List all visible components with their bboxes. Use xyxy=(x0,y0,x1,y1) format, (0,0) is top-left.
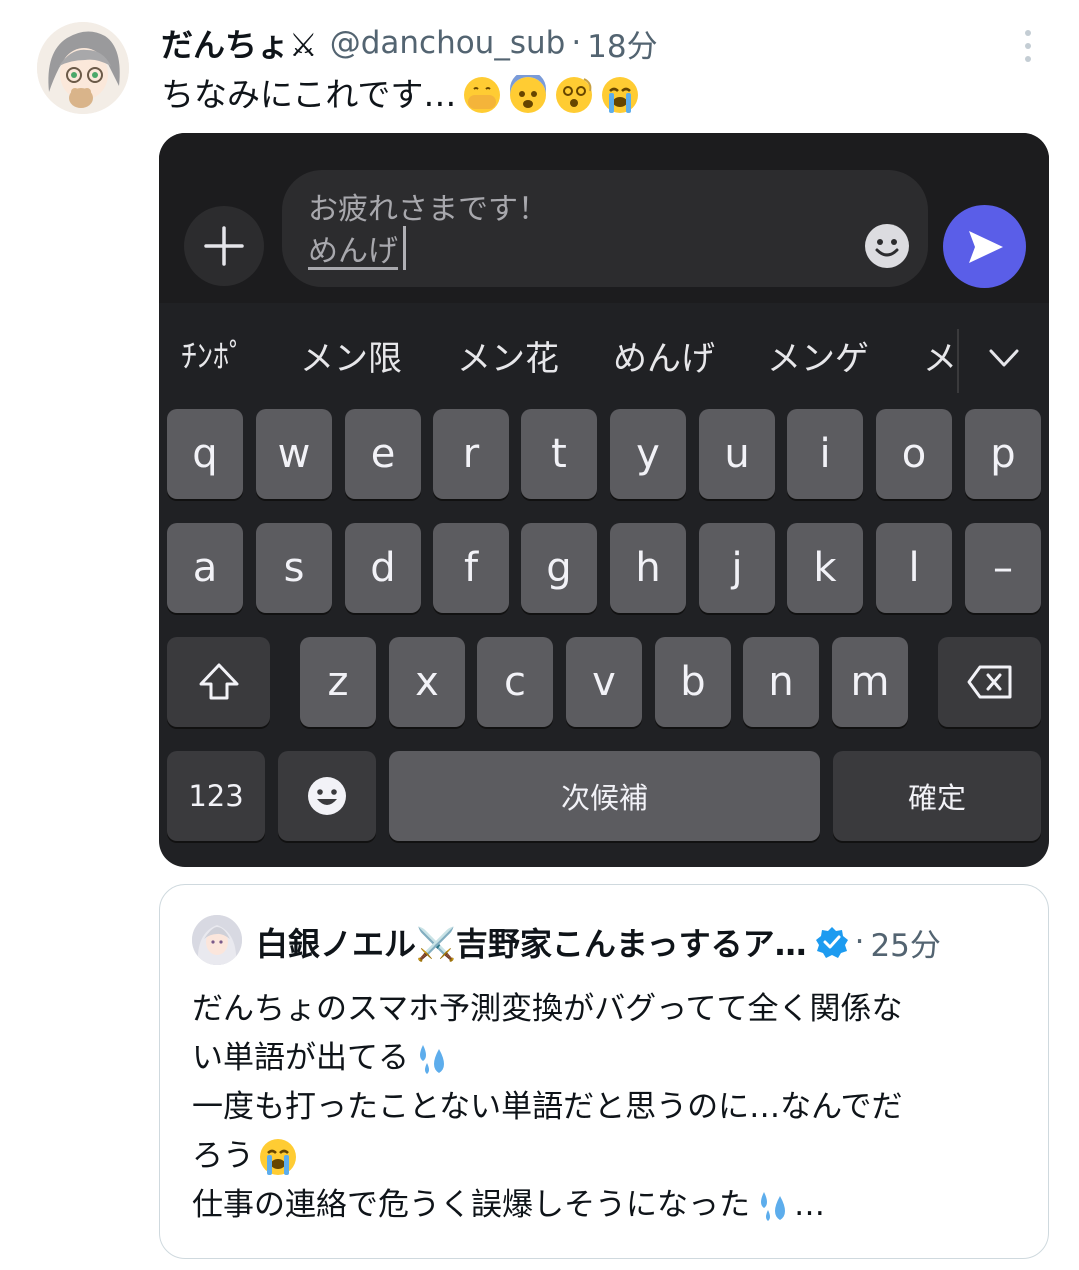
face-with-hand-over-mouth-emoji xyxy=(464,77,501,113)
key-i[interactable]: i xyxy=(787,409,863,499)
tweet-media-image[interactable]: お疲れさまです！ めんげ ﾁﾝﾎﾟ メン限 メン花 めんげ メンゲ メ q w … xyxy=(159,133,1049,867)
quote-line-text: 仕事の連絡で危うく誤爆しそうになった xyxy=(192,1187,750,1223)
quote-text: だんちょのスマホ予測変換がバグってて全く関係な い単語が出てる 一度も打ったこと… xyxy=(192,985,1022,1230)
key-a[interactable]: a xyxy=(167,523,243,613)
key-s[interactable]: s xyxy=(256,523,332,613)
suggestion-item[interactable]: メン限 xyxy=(300,331,402,380)
message-input-bar: お疲れさまです！ めんげ xyxy=(159,133,1049,303)
key-z[interactable]: z xyxy=(300,637,376,727)
key-b[interactable]: b xyxy=(655,637,731,727)
message-line-1: お疲れさまです！ xyxy=(308,192,548,227)
key-g[interactable]: g xyxy=(521,523,597,613)
sweat-droplets-emoji xyxy=(761,1191,785,1221)
key-dash[interactable]: – xyxy=(965,523,1041,613)
send-button[interactable] xyxy=(943,205,1026,288)
quote-ellipsis: … xyxy=(794,1187,825,1223)
shift-key[interactable] xyxy=(167,637,270,727)
dizzy-face-emoji xyxy=(556,77,593,113)
quote-line: い単語が出てる xyxy=(192,1034,1022,1083)
quote-line: 一度も打ったことない単語だと思うのに…なんでだ xyxy=(192,1083,1022,1132)
suggestion-divider xyxy=(957,329,959,393)
key-j[interactable]: j xyxy=(699,523,775,613)
next-candidate-key[interactable]: 次候補 xyxy=(389,751,820,841)
key-p[interactable]: p xyxy=(965,409,1041,499)
emoji-key[interactable] xyxy=(278,751,376,841)
tweet-header: だんちょ⚔ @danchou_sub · 18分 xyxy=(161,20,658,66)
backspace-key[interactable] xyxy=(938,637,1041,727)
key-o[interactable]: o xyxy=(876,409,952,499)
emoji-picker-icon[interactable] xyxy=(863,222,911,270)
user-handle[interactable]: @danchou_sub xyxy=(330,25,566,61)
message-line-2: めんげ xyxy=(308,234,398,269)
quote-line-text: い単語が出てる xyxy=(192,1040,409,1076)
fearful-face-emoji xyxy=(510,75,547,113)
separator-dot: · xyxy=(571,25,582,61)
key-w[interactable]: w xyxy=(256,409,332,499)
key-t[interactable]: t xyxy=(521,409,597,499)
display-name[interactable]: だんちょ⚔ xyxy=(161,20,318,66)
key-n[interactable]: n xyxy=(743,637,819,727)
key-m[interactable]: m xyxy=(832,637,908,727)
suggestion-item[interactable]: メン花 xyxy=(457,331,559,380)
suggestion-item[interactable]: めんげ xyxy=(613,331,715,380)
quote-timestamp[interactable]: 25分 xyxy=(870,920,940,965)
key-y[interactable]: y xyxy=(610,409,686,499)
quote-header: 白銀ノエル⚔️吉野家こんまっするア… · 25分 xyxy=(256,917,941,967)
quote-line-text: 一度も打ったことない単語だと思うのに…なんでだ xyxy=(192,1089,903,1125)
quote-display-name[interactable]: 白銀ノエル⚔️吉野家こんまっするア… xyxy=(256,919,807,965)
key-d[interactable]: d xyxy=(345,523,421,613)
key-l[interactable]: l xyxy=(876,523,952,613)
tweet-text-body: ちなみにこれです… xyxy=(161,75,457,114)
key-x[interactable]: x xyxy=(389,637,465,727)
emoji-icon xyxy=(308,777,346,815)
send-icon xyxy=(968,230,1003,263)
quote-line: ろう xyxy=(192,1132,1022,1181)
backspace-icon xyxy=(967,665,1011,699)
quote-line: 仕事の連絡で危うく誤爆しそうになった … xyxy=(192,1181,1022,1230)
shift-icon xyxy=(199,663,238,700)
sweat-droplets-emoji xyxy=(420,1044,444,1074)
timestamp[interactable]: 18分 xyxy=(587,21,657,66)
key-v[interactable]: v xyxy=(566,637,642,727)
loudly-crying-face-emoji xyxy=(602,77,639,113)
key-f[interactable]: f xyxy=(433,523,509,613)
quote-line-text: ろう xyxy=(192,1138,254,1174)
key-r[interactable]: r xyxy=(433,409,509,499)
avatar[interactable] xyxy=(37,22,129,114)
key-u[interactable]: u xyxy=(699,409,775,499)
plus-icon[interactable] xyxy=(184,206,264,286)
tweet-text: ちなみにこれです… xyxy=(161,72,640,118)
quote-avatar[interactable] xyxy=(192,915,242,965)
key-k[interactable]: k xyxy=(787,523,863,613)
confirm-key[interactable]: 確定 xyxy=(833,751,1041,841)
suggestion-item[interactable]: メンゲ xyxy=(767,331,869,380)
quoted-tweet[interactable]: 白銀ノエル⚔️吉野家こんまっするア… · 25分 だんちょのスマホ予測変換がバグ… xyxy=(159,884,1049,1259)
text-caret xyxy=(403,226,406,270)
verified-badge-icon xyxy=(815,927,848,958)
key-q[interactable]: q xyxy=(167,409,243,499)
loudly-crying-face-emoji xyxy=(260,1138,296,1175)
suggestion-bar: ﾁﾝﾎﾟ メン限 メン花 めんげ メンゲ メ xyxy=(159,303,1049,408)
quote-line-text: だんちょのスマホ予測変換がバグってて全く関係な xyxy=(192,991,903,1027)
numbers-key[interactable]: 123 xyxy=(167,751,265,841)
quote-separator-dot: · xyxy=(854,924,865,960)
quote-line: だんちょのスマホ予測変換がバグってて全く関係な xyxy=(192,985,1022,1034)
key-h[interactable]: h xyxy=(610,523,686,613)
key-e[interactable]: e xyxy=(345,409,421,499)
message-field[interactable]: お疲れさまです！ めんげ xyxy=(282,170,928,287)
suggestion-item[interactable]: ﾁﾝﾎﾟ xyxy=(181,331,245,377)
suggestion-item[interactable]: メ xyxy=(923,331,957,380)
more-options-icon[interactable] xyxy=(1016,26,1040,66)
key-c[interactable]: c xyxy=(477,637,553,727)
chevron-down-icon[interactable] xyxy=(985,339,1023,377)
